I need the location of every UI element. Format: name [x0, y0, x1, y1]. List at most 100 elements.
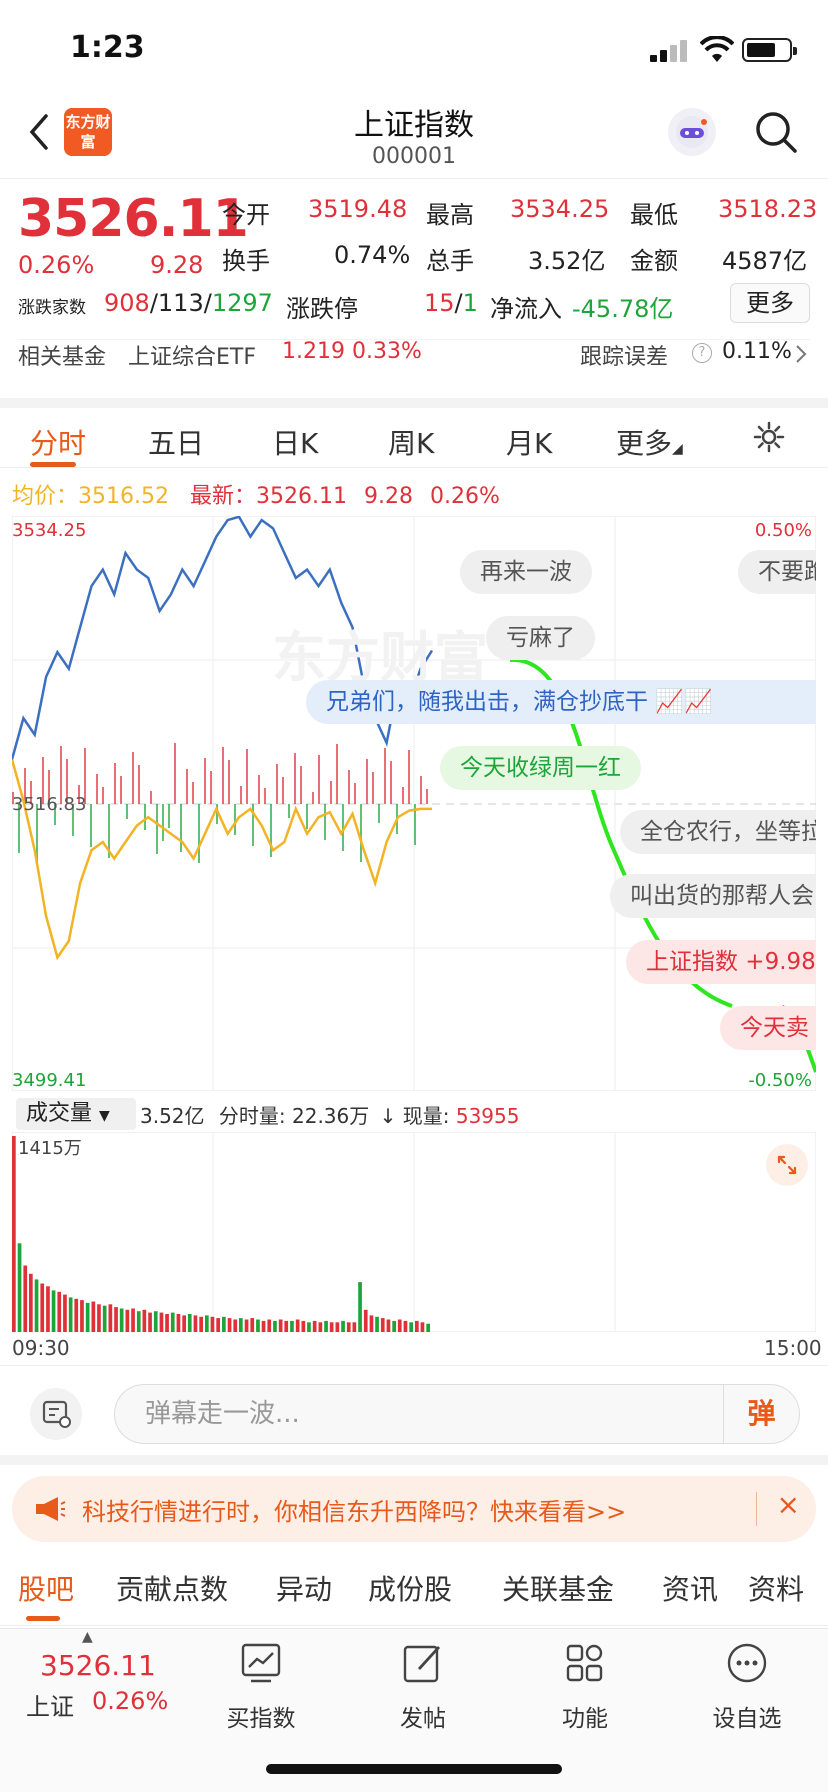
tab-intraday[interactable]: 分时 — [30, 422, 86, 462]
volume-bar — [426, 1323, 430, 1332]
volume-bar — [403, 1320, 408, 1332]
flow-bar — [162, 804, 164, 841]
edit-icon — [403, 1645, 441, 1683]
section-tabs: 股吧 贡献点数 异动 成份股 关联基金 资讯 资料 — [0, 1554, 828, 1626]
flow-bar — [126, 804, 128, 819]
flow-bar — [426, 789, 428, 804]
tab-daily-k[interactable]: 日K — [272, 422, 318, 462]
promo-banner[interactable]: 科技行情进行时，你相信东升西降吗？快来看看>> × — [12, 1476, 816, 1542]
flow-bar — [408, 750, 410, 804]
now-volume: 53955 — [455, 1104, 520, 1128]
flow-bar — [330, 781, 332, 804]
volume-chart[interactable]: 1415万 — [11, 1131, 817, 1333]
volume-bar — [29, 1273, 33, 1332]
fund-label: 相关基金 — [18, 345, 107, 370]
settings-gear-icon[interactable] — [752, 420, 786, 454]
tab-more[interactable]: 更多◢ — [616, 422, 683, 462]
flow-bar — [300, 766, 302, 804]
volume-chart-svg: 1415万 — [11, 1131, 817, 1333]
flow-bar — [120, 776, 122, 804]
more-button[interactable]: 更多 — [730, 283, 810, 323]
nav-functions[interactable]: 功能 — [530, 1641, 640, 1733]
volume-bar — [34, 1279, 39, 1332]
change-pct: 0.26% — [18, 251, 95, 279]
flow-bar — [258, 775, 260, 804]
help-icon[interactable]: ? — [692, 343, 712, 363]
nav-buy-index[interactable]: 买指数 — [206, 1641, 316, 1733]
volume-bar — [369, 1315, 374, 1332]
minute-volume-label: 分时量: — [218, 1104, 286, 1128]
danmu-bubble[interactable]: 上证指数 +9.98 — [626, 940, 816, 984]
tab-related-funds[interactable]: 关联基金 — [502, 1568, 614, 1608]
tab-profile[interactable]: 资料 — [748, 1568, 804, 1608]
amount-label: 金额 — [630, 247, 678, 275]
danmu-bubble[interactable]: 叫出货的那帮人会 — [610, 874, 816, 918]
volume-bar — [51, 1290, 56, 1332]
tab-weekly-k[interactable]: 周K — [388, 422, 434, 462]
intraday-chart[interactable]: 3534.25 3516.83 3499.41 0.50% -0.50% 东方财… — [10, 515, 818, 1092]
danmu-bubble[interactable]: 今天卖 — [720, 1006, 816, 1050]
volume-bar — [363, 1309, 368, 1332]
search-icon[interactable] — [752, 108, 800, 156]
flow-bar — [192, 782, 194, 804]
tab-indicator — [30, 462, 76, 467]
danmu-bubble[interactable]: 全仓农行，坐等拉 — [620, 810, 816, 854]
nav-price[interactable]: 3526.11 — [40, 1649, 156, 1682]
danmu-bubble[interactable]: 再来一波 — [460, 550, 592, 594]
volume-max-label: 1415万 — [18, 1138, 82, 1159]
volume-bar — [335, 1322, 340, 1332]
breadth-values: 908/113/1297 — [104, 289, 273, 317]
tab-anomaly[interactable]: 异动 — [276, 1568, 332, 1608]
danmu-send-button[interactable]: 弹 — [723, 1385, 799, 1443]
volume-bar — [380, 1318, 385, 1332]
avg-label: 均价： — [12, 484, 79, 509]
tab-contribution[interactable]: 贡献点数 — [116, 1568, 228, 1608]
tab-monthly-k[interactable]: 月K — [506, 422, 552, 462]
flow-bar — [264, 788, 266, 804]
danmu-input[interactable]: 弹幕走一波... 弹 — [114, 1384, 800, 1444]
volume-bar — [244, 1319, 249, 1332]
chevron-right-icon[interactable] — [794, 343, 808, 365]
danmu-bubble[interactable]: 亏麻了 — [486, 616, 595, 660]
limit-label: 涨跌停 — [286, 295, 358, 323]
robot-assistant-icon[interactable] — [668, 108, 716, 156]
change-value: 9.28 — [150, 251, 204, 279]
flow-bar — [132, 752, 134, 804]
tab-news[interactable]: 资讯 — [662, 1568, 718, 1608]
chart-legend: 均价：3516.52 最新：3526.11 9.28 0.26% — [12, 478, 500, 510]
volume-selector[interactable]: 成交量 ▼ — [16, 1098, 136, 1130]
volume-bar — [68, 1297, 73, 1332]
flow-bar — [366, 759, 368, 804]
close-icon[interactable]: × — [777, 1488, 800, 1521]
fund-name[interactable]: 上证综合ETF — [128, 339, 256, 371]
expand-icon[interactable] — [766, 1144, 808, 1186]
flow-bar — [390, 761, 392, 804]
tab-five-day[interactable]: 五日 — [148, 422, 204, 462]
danmu-bubble-highlight[interactable]: 兄弟们，随我出击，满仓抄底干 📈📈 — [306, 680, 816, 724]
volume-bar — [227, 1318, 232, 1332]
collapse-arrow-icon[interactable]: ▲ — [82, 1629, 93, 1645]
header: 东方财富 上证指数 000001 — [0, 92, 828, 178]
now-volume-label: 现量: — [402, 1104, 450, 1128]
tab-guba[interactable]: 股吧 — [18, 1568, 74, 1608]
danmu-settings-icon[interactable] — [30, 1388, 82, 1440]
volume-bar — [182, 1315, 186, 1332]
volume-bar — [12, 1136, 16, 1332]
tab-constituents[interactable]: 成份股 — [368, 1568, 452, 1608]
volume-bar — [199, 1316, 203, 1332]
pct-label-top: 0.50% — [755, 520, 812, 541]
danmu-bubble[interactable]: 今天收绿周一红 — [440, 746, 641, 790]
low-value: 3518.23 — [718, 195, 818, 223]
home-indicator — [266, 1764, 562, 1774]
nav-post[interactable]: 发帖 — [368, 1641, 478, 1733]
nav-add-watchlist[interactable]: 设自选 — [692, 1641, 802, 1733]
danmu-bubble[interactable]: 不要跑 — [738, 550, 816, 594]
open-value: 3519.48 — [308, 195, 408, 223]
flow-bar — [228, 760, 230, 804]
volume-bar — [346, 1322, 351, 1332]
limit-down: 1 — [462, 289, 478, 317]
down-count: 1297 — [211, 289, 273, 317]
flow-bar — [360, 804, 362, 862]
volume-header: 成交量 ▼ 3.52亿 分时量: 22.36万 ↓ 现量: 53955 — [12, 1096, 816, 1132]
volume-bar — [40, 1283, 45, 1332]
